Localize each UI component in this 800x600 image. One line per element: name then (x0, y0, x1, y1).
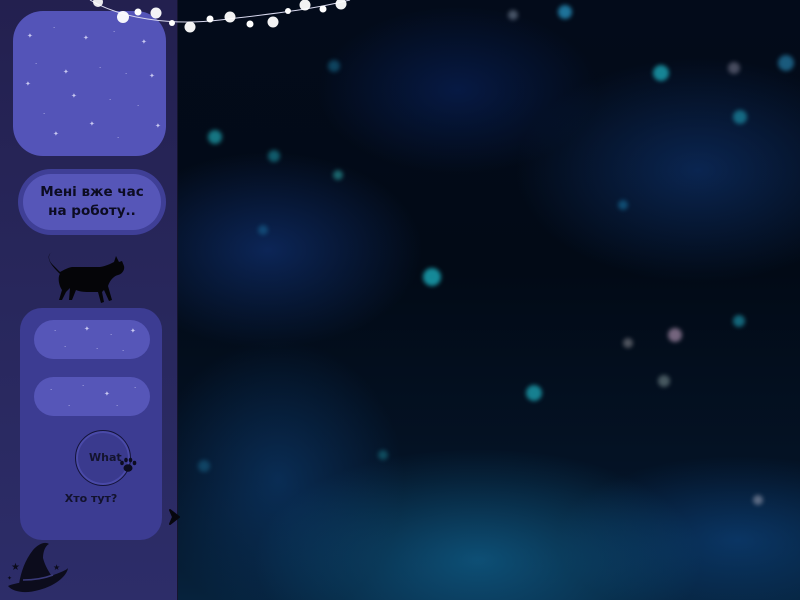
black-cat-icon (48, 252, 125, 303)
svg-text:★: ★ (53, 563, 60, 572)
speech-line-2: на роботу.. (48, 203, 136, 219)
speech-bubble: Мені вже час на роботу.. (18, 169, 166, 235)
speech-text: Мені вже час на роботу.. (23, 174, 161, 230)
svg-text:★: ★ (11, 562, 20, 573)
what-button-label: What (89, 451, 122, 464)
string-lights-icon (89, 0, 351, 33)
who-caption: Хто тут? (64, 492, 118, 505)
sidebar: ✦ · ✦ · ✦ · ✦ · · ✦ ✦ ✦ · · · ✦ ✦ ✦ · Ме… (0, 0, 178, 600)
nav-pill-2[interactable]: · · ✦ · · · (34, 377, 150, 416)
witch-hat-icon: ★ ★ ✦ (7, 542, 68, 593)
speech-line-1: Мені вже час (40, 184, 144, 200)
nav-panel: · ✦ · ✦ · · · · · ✦ · · · What Хто тут? (20, 308, 162, 540)
bokeh-background (178, 0, 800, 600)
paw-icon (120, 457, 137, 472)
svg-text:✦: ✦ (7, 575, 12, 582)
page: ✦ · ✦ · ✦ · ✦ · · ✦ ✦ ✦ · · · ✦ ✦ ✦ · Ме… (0, 0, 800, 600)
nav-pill-1[interactable]: · ✦ · ✦ · · · (34, 320, 150, 359)
arrow-right-icon[interactable] (168, 508, 186, 526)
what-button[interactable]: What (75, 430, 137, 486)
